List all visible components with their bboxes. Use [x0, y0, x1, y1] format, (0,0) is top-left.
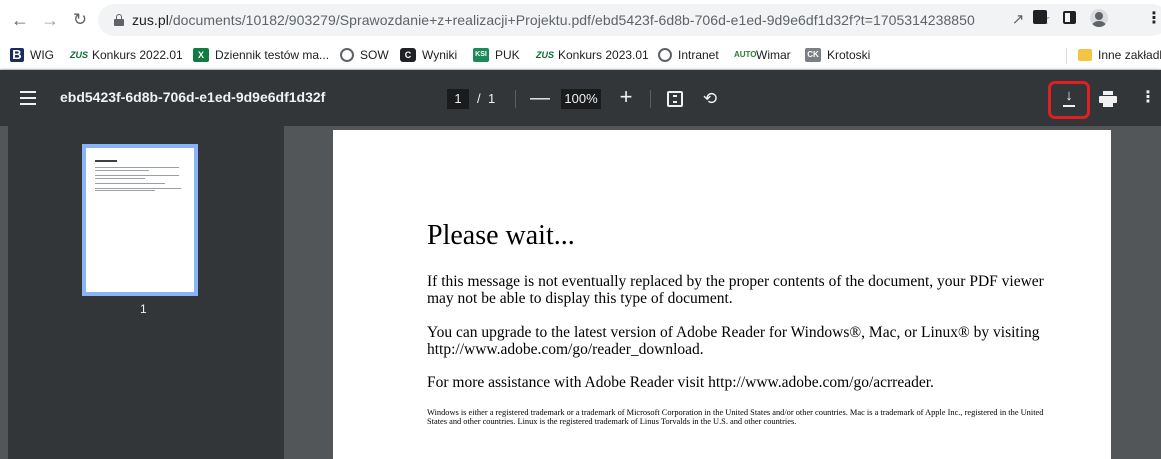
address-bar[interactable]: zus.pl/documents/10182/903279/Sprawozdan… — [98, 4, 1161, 36]
excel-icon: X — [193, 48, 209, 62]
page-total: 1 — [488, 91, 496, 106]
bookmarks-divider — [1066, 48, 1067, 64]
zoom-in-button[interactable]: + — [616, 85, 636, 109]
wig-logo-icon: B — [10, 48, 24, 62]
thumbnail-line — [95, 170, 149, 171]
bookmark-label: SOW — [360, 48, 389, 62]
globe-icon — [340, 48, 354, 62]
forward-arrow-icon[interactable]: → — [38, 8, 62, 32]
bookmark-konkurs-2022[interactable]: ZUS Konkurs 2022.01 — [70, 47, 183, 63]
ksi-logo-icon: KSI — [473, 48, 489, 62]
rotate-icon[interactable]: ⟲ — [700, 89, 720, 109]
document-paragraph: For more assistance with Adobe Reader vi… — [427, 374, 934, 391]
zus-logo-icon: ZUS — [536, 50, 554, 60]
fit-to-page-icon[interactable] — [667, 91, 683, 107]
document-heading: Please wait... — [427, 220, 575, 251]
toolbar-divider — [515, 90, 516, 108]
other-bookmarks[interactable]: Inne zakładki — [1078, 47, 1161, 63]
thumbnail-sidebar: 1 — [8, 126, 284, 459]
reload-icon[interactable]: ↻ — [68, 8, 92, 32]
pdf-viewer-area[interactable]: Please wait... If this message is not ev… — [284, 126, 1161, 459]
bookmark-label: Wimar — [756, 48, 791, 62]
bookmark-label: Dziennik testów ma... — [215, 48, 330, 62]
wyniki-logo-icon: C — [400, 48, 416, 62]
viewer-left-edge — [0, 126, 8, 459]
wimar-logo-icon: AUTO — [734, 50, 757, 59]
share-icon[interactable]: ↗ — [1008, 10, 1028, 30]
bookmark-puk[interactable]: KSI PUK — [473, 47, 520, 63]
toolbar-divider — [650, 90, 651, 108]
bookmarks-bar: B WIG ZUS Konkurs 2022.01 X Dziennik testów… — [0, 40, 1161, 70]
page-separator: / — [477, 91, 481, 106]
back-arrow-icon[interactable]: ← — [8, 8, 32, 32]
bookmark-label: Krotoski — [827, 48, 871, 62]
bookmark-konkurs-2023[interactable]: ZUS Konkurs 2023.01 — [536, 47, 649, 63]
url-text[interactable]: zus.pl/documents/10182/903279/Sprawozdan… — [132, 12, 975, 28]
bookmark-sow[interactable]: SOW — [340, 47, 389, 63]
pdf-more-options-icon[interactable]: ⋮ — [1140, 88, 1156, 108]
bookmark-krotoski[interactable]: CK Krotoski — [805, 47, 870, 63]
extensions-puzzle-icon[interactable] — [1033, 10, 1047, 24]
bookmark-wyniki[interactable]: C Wyniki — [400, 47, 457, 63]
print-icon[interactable] — [1099, 91, 1117, 107]
zoom-out-button[interactable]: — — [530, 86, 550, 110]
zus-logo-icon: ZUS — [70, 50, 88, 60]
page-number-input[interactable]: 1 — [447, 89, 469, 109]
thumbnail-line — [95, 188, 181, 189]
thumbnail-heading — [95, 160, 117, 162]
pdf-page[interactable]: Please wait... If this message is not ev… — [333, 130, 1111, 459]
thumbnail-page-number: 1 — [140, 302, 147, 316]
thumbnail-line — [95, 190, 155, 191]
bookmark-wig[interactable]: B WIG — [10, 47, 54, 63]
other-bookmarks-label: Inne zakładki — [1098, 48, 1161, 62]
document-legal-notice: Windows is either a registered trademark… — [427, 408, 1044, 427]
bookmark-label: Konkurs 2023.01 — [558, 48, 649, 62]
pdf-toolbar: ebd5423f-6d8b-706d-e1ed-9d9e6df1d32f 1 /… — [0, 70, 1161, 126]
download-icon[interactable]: ↓ — [1061, 88, 1077, 109]
bookmark-label: Konkurs 2022.01 — [92, 48, 183, 62]
lock-icon[interactable] — [114, 14, 124, 26]
bookmark-wimar[interactable]: AUTO Wimar — [734, 47, 791, 63]
bookmark-label: PUK — [495, 48, 520, 62]
globe-icon — [658, 48, 672, 62]
folder-icon — [1078, 49, 1092, 61]
krotoski-logo-icon: CK — [805, 48, 821, 62]
thumbnail-line — [95, 183, 165, 184]
profile-avatar-icon[interactable] — [1090, 9, 1108, 27]
bookmark-label: WIG — [30, 48, 54, 62]
side-panel-icon[interactable] — [1063, 11, 1076, 24]
bookmark-label: Intranet — [678, 48, 719, 62]
thumbnail-line — [95, 178, 145, 179]
zoom-input[interactable]: 100% — [561, 89, 601, 109]
thumbnail-line — [95, 167, 179, 168]
hamburger-menu-icon[interactable] — [20, 91, 36, 105]
document-title: ebd5423f-6d8b-706d-e1ed-9d9e6df1d32f — [60, 89, 326, 105]
thumbnail-line — [95, 175, 179, 176]
document-paragraph: You can upgrade to the latest version of… — [427, 324, 1040, 358]
document-paragraph: If this message is not eventually replac… — [427, 273, 1044, 307]
bookmark-label: Wyniki — [422, 48, 458, 62]
page-thumbnail[interactable] — [82, 144, 198, 296]
bookmark-dziennik[interactable]: X Dziennik testów ma... — [193, 47, 329, 63]
browser-menu-icon[interactable]: ⋮ — [1146, 9, 1161, 29]
bookmark-intranet[interactable]: Intranet — [658, 47, 719, 63]
browser-toolbar: ← → ↻ zus.pl/documents/10182/903279/Spra… — [0, 0, 1161, 40]
